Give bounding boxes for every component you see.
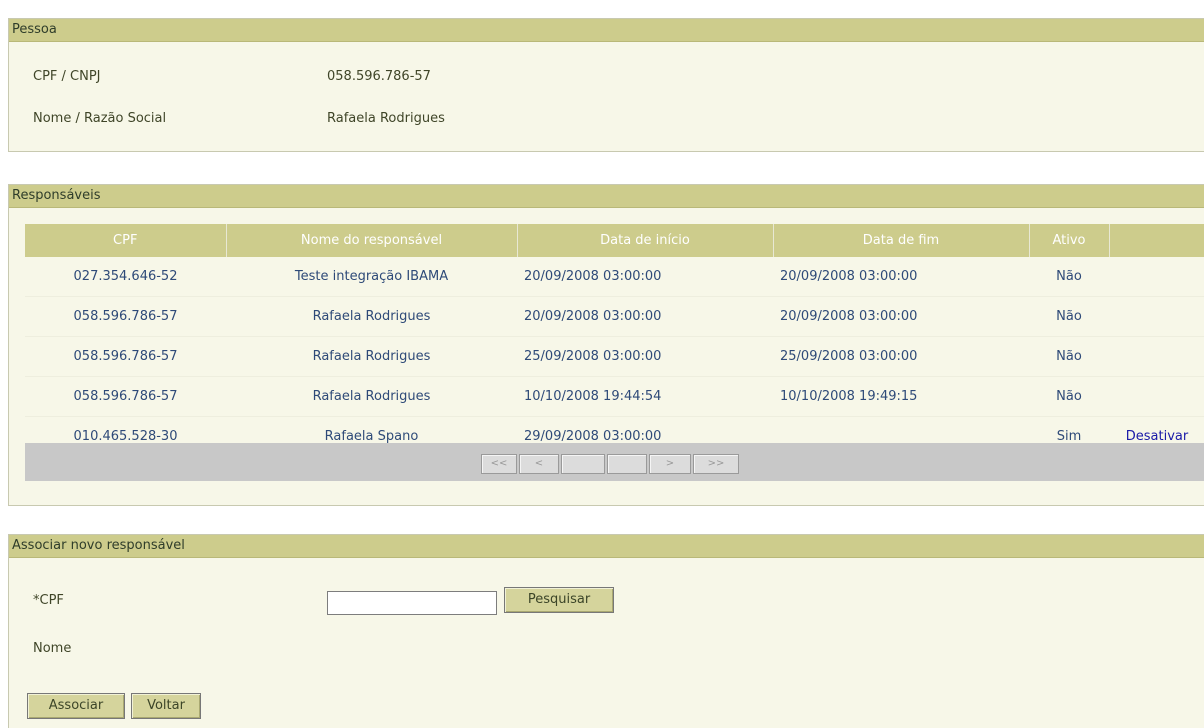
cell-nome: Rafaela Rodrigues xyxy=(226,296,517,337)
cell-ativo: Não xyxy=(1029,376,1109,417)
cell-ativo: Não xyxy=(1029,336,1109,377)
col-header-cpf[interactable]: CPF xyxy=(25,224,227,257)
table-row: 058.596.786-57 Rafaela Rodrigues 10/10/2… xyxy=(25,376,1204,417)
pager-prev-button[interactable]: < xyxy=(519,454,559,474)
cell-data-inicio: 25/09/2008 03:00:00 xyxy=(517,336,773,377)
pager-last-button[interactable]: >> xyxy=(693,454,739,474)
pager-page-slot-1[interactable] xyxy=(561,454,605,474)
cpf-cnpj-value: 058.596.786-57 xyxy=(327,69,431,84)
associar-panel-title: Associar novo responsável xyxy=(9,535,1204,558)
cell-cpf: 058.596.786-57 xyxy=(25,336,226,377)
cell-ativo: Não xyxy=(1029,257,1109,297)
cell-acao xyxy=(1109,336,1204,377)
col-header-nome[interactable]: Nome do responsável xyxy=(226,224,518,257)
table-row: 058.596.786-57 Rafaela Rodrigues 20/09/2… xyxy=(25,296,1204,337)
pager-page-slot-2[interactable] xyxy=(607,454,647,474)
responsaveis-panel: Responsáveis CPF Nome do responsável Dat… xyxy=(8,184,1204,506)
nome-label: Nome xyxy=(33,641,72,656)
cell-data-fim: 25/09/2008 03:00:00 xyxy=(773,336,1029,377)
pager: << < > >> xyxy=(481,454,741,474)
cell-data-fim: 20/09/2008 03:00:00 xyxy=(773,257,1029,297)
table-row: 058.596.786-57 Rafaela Rodrigues 25/09/2… xyxy=(25,336,1204,377)
cpf-cnpj-label: CPF / CNPJ xyxy=(33,69,101,84)
pager-first-button[interactable]: << xyxy=(481,454,517,474)
responsaveis-table-wrap: CPF Nome do responsável Data de início D… xyxy=(25,224,1204,457)
cell-data-inicio: 20/09/2008 03:00:00 xyxy=(517,257,773,297)
pessoa-panel-title: Pessoa xyxy=(9,19,1204,42)
cell-cpf: 058.596.786-57 xyxy=(25,376,226,417)
responsaveis-panel-title: Responsáveis xyxy=(9,185,1204,208)
cell-acao xyxy=(1109,296,1204,337)
cell-data-fim: 20/09/2008 03:00:00 xyxy=(773,296,1029,337)
nome-razao-label: Nome / Razão Social xyxy=(33,111,167,126)
col-header-ativo[interactable]: Ativo xyxy=(1029,224,1110,257)
responsaveis-table: CPF Nome do responsável Data de início D… xyxy=(25,224,1204,457)
cell-ativo: Não xyxy=(1029,296,1109,337)
cpf-label: *CPF xyxy=(33,593,64,608)
cell-cpf: 027.354.646-52 xyxy=(25,257,226,297)
col-header-data-inicio[interactable]: Data de início xyxy=(517,224,774,257)
cell-data-fim: 10/10/2008 19:49:15 xyxy=(773,376,1029,417)
col-header-acao xyxy=(1109,224,1204,257)
cell-acao xyxy=(1109,376,1204,417)
nome-row: Nome xyxy=(9,639,1204,659)
associar-button[interactable]: Associar xyxy=(27,693,125,719)
pessoa-panel: Pessoa CPF / CNPJ 058.596.786-57 Nome / … xyxy=(8,18,1204,152)
cell-nome: Rafaela Rodrigues xyxy=(226,336,517,377)
cell-nome: Rafaela Rodrigues xyxy=(226,376,517,417)
nome-razao-row: Nome / Razão Social Rafaela Rodrigues xyxy=(9,109,1204,129)
table-header-row: CPF Nome do responsável Data de início D… xyxy=(25,224,1204,257)
cell-acao xyxy=(1109,257,1204,297)
cell-cpf: 058.596.786-57 xyxy=(25,296,226,337)
table-row: 027.354.646-52 Teste integração IBAMA 20… xyxy=(25,257,1204,297)
col-header-data-fim[interactable]: Data de fim xyxy=(773,224,1030,257)
nome-razao-value: Rafaela Rodrigues xyxy=(327,111,445,126)
voltar-button[interactable]: Voltar xyxy=(131,693,201,719)
cpf-input[interactable] xyxy=(327,591,497,615)
pager-bar: << < > >> xyxy=(25,443,1204,481)
cell-data-inicio: 10/10/2008 19:44:54 xyxy=(517,376,773,417)
associar-panel: Associar novo responsável *CPF Pesquisar… xyxy=(8,534,1204,728)
pager-next-button[interactable]: > xyxy=(649,454,691,474)
cpf-cnpj-row: CPF / CNPJ 058.596.786-57 xyxy=(9,67,1204,87)
pesquisar-button[interactable]: Pesquisar xyxy=(504,587,614,613)
cell-nome: Teste integração IBAMA xyxy=(226,257,517,297)
cell-data-inicio: 20/09/2008 03:00:00 xyxy=(517,296,773,337)
